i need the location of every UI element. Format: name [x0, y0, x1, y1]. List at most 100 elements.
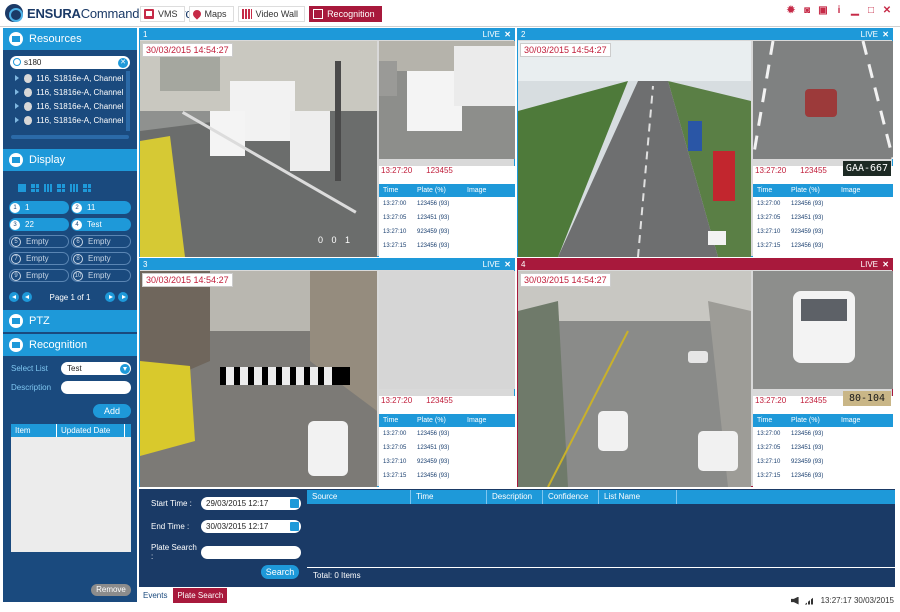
- expand-arrow-icon[interactable]: [15, 117, 19, 123]
- close-icon[interactable]: ✕: [882, 6, 892, 16]
- table-row[interactable]: 13:27:15 123456 (93): [379, 469, 515, 483]
- camera-view[interactable]: 30/03/2015 14:54:27: [518, 271, 751, 487]
- display-slot[interactable]: 8 Empty: [71, 252, 131, 265]
- layout-2x2-icon[interactable]: [30, 183, 40, 193]
- table-row[interactable]: 13:27:00 123456 (93): [379, 197, 515, 211]
- nav-recognition-button[interactable]: Recognition: [309, 6, 382, 22]
- close-tile-icon[interactable]: ✕: [882, 29, 889, 40]
- column-updated-date[interactable]: Updated Date: [57, 424, 125, 437]
- nav-video-wall-button[interactable]: Video Wall: [237, 6, 306, 22]
- display-slot[interactable]: 9 Empty: [9, 269, 69, 282]
- calendar-icon[interactable]: [290, 499, 299, 508]
- column-confidence[interactable]: Confidence: [543, 490, 599, 504]
- layout-4x4-icon[interactable]: [69, 183, 79, 193]
- recognition-header[interactable]: Recognition: [3, 334, 137, 356]
- table-row[interactable]: 13:27:10 923459 (93): [379, 225, 515, 239]
- table-row[interactable]: 13:27:05 123451 (93): [753, 211, 893, 225]
- display-slot[interactable]: 10 Empty: [71, 269, 131, 282]
- video-tile-1[interactable]: 1 LIVE ✕ 30/03/2015 14:54:27 0 0 1 13:27…: [139, 28, 515, 257]
- layout-1plus5-icon[interactable]: [56, 183, 66, 193]
- expand-arrow-icon[interactable]: [15, 89, 19, 95]
- display-slot[interactable]: 2 11: [71, 201, 131, 214]
- table-row[interactable]: 13:27:15 123456 (93): [753, 239, 893, 253]
- next-page-icon[interactable]: [105, 292, 115, 302]
- tree-item[interactable]: 116, S1816e-A, Channel 1: [11, 99, 130, 113]
- table-row[interactable]: 13:27:00 123456 (93): [753, 197, 893, 211]
- info-icon[interactable]: i: [834, 6, 844, 16]
- display-slot[interactable]: 6 Empty: [71, 235, 131, 248]
- remove-button[interactable]: Remove: [91, 584, 131, 596]
- table-row[interactable]: 13:27:00 123456 (93): [379, 427, 515, 441]
- tree-item[interactable]: 116, S1816e-A, Channel 1: [11, 113, 130, 127]
- last-page-icon[interactable]: [118, 292, 128, 302]
- close-tile-icon[interactable]: ✕: [882, 259, 889, 270]
- layout-3x3-icon[interactable]: [43, 183, 53, 193]
- close-tile-icon[interactable]: ✕: [504, 259, 511, 270]
- description-input[interactable]: [61, 381, 131, 394]
- add-button[interactable]: Add: [93, 404, 131, 418]
- tab-events[interactable]: Events: [139, 588, 172, 603]
- column-description[interactable]: Description: [487, 490, 543, 504]
- video-tile-3[interactable]: 3 LIVE ✕ 30/03/2015 14:54:27 13:27:20 12345…: [139, 258, 515, 487]
- table-row[interactable]: 13:27:10 923459 (93): [379, 455, 515, 469]
- camera-view[interactable]: 30/03/2015 14:54:27: [518, 41, 751, 257]
- display-slot[interactable]: 11: [9, 201, 69, 214]
- column-list-name[interactable]: List Name: [599, 490, 677, 504]
- layout-custom-icon[interactable]: [82, 183, 92, 193]
- table-row[interactable]: 13:27:10 923459 (93): [753, 225, 893, 239]
- table-row[interactable]: 13:27:05 123451 (93): [379, 211, 515, 225]
- select-list-dropdown[interactable]: Test: [61, 362, 131, 375]
- display-slot[interactable]: 4 Test: [71, 218, 131, 231]
- table-row[interactable]: 13:27:10 923459 (93): [753, 455, 893, 469]
- previous-page-icon[interactable]: [22, 292, 32, 302]
- column-item[interactable]: Item: [11, 424, 57, 437]
- end-time-field[interactable]: 30/03/2015 12:17: [201, 520, 301, 533]
- resource-search-input[interactable]: s180 ✕: [10, 56, 130, 69]
- expand-arrow-icon[interactable]: [15, 75, 19, 81]
- calendar-icon[interactable]: [290, 522, 299, 531]
- tree-horizontal-scrollbar[interactable]: [11, 135, 129, 139]
- first-page-icon[interactable]: [9, 292, 19, 302]
- resources-header[interactable]: Resources: [3, 28, 137, 50]
- speaker-icon[interactable]: [790, 596, 799, 605]
- gear-icon[interactable]: ✹: [786, 6, 796, 16]
- camera-node-icon: [24, 101, 33, 111]
- display-slot[interactable]: 7 Empty: [9, 252, 69, 265]
- ptz-header[interactable]: PTZ: [3, 310, 137, 332]
- camera-view[interactable]: 30/03/2015 14:54:27 0 0 1: [140, 41, 377, 257]
- display-slot[interactable]: 5 Empty: [9, 235, 69, 248]
- search-button[interactable]: Search: [261, 565, 299, 579]
- start-time-field[interactable]: 29/03/2015 12:17: [201, 497, 301, 510]
- camera-icon[interactable]: ◙: [802, 6, 812, 16]
- nav-vms-button[interactable]: VMS: [140, 6, 185, 22]
- camera-view[interactable]: 30/03/2015 14:54:27: [140, 271, 377, 487]
- tree-vertical-scrollbar[interactable]: [126, 71, 130, 131]
- close-tile-icon[interactable]: ✕: [504, 29, 511, 40]
- tree-item[interactable]: 116, S1816e-A, Channel 1: [11, 85, 130, 99]
- table-row[interactable]: 13:27:15 123456 (93): [379, 239, 515, 253]
- clear-icon[interactable]: ✕: [118, 57, 128, 68]
- vehicle-snapshot: [753, 41, 893, 159]
- minimize-icon[interactable]: ▁: [850, 6, 860, 16]
- column-time[interactable]: Time: [411, 490, 487, 504]
- layout-1x1-icon[interactable]: [17, 183, 27, 193]
- table-row[interactable]: 13:27:15 123456 (93): [753, 469, 893, 483]
- table-row[interactable]: 13:27:00 123456 (93): [753, 427, 893, 441]
- display-header[interactable]: Display: [3, 149, 137, 171]
- select-list-row: Select List Test: [11, 362, 131, 375]
- expand-arrow-icon[interactable]: [15, 103, 19, 109]
- maximize-icon[interactable]: □: [866, 6, 876, 16]
- video-tile-2[interactable]: 2 LIVE ✕ 30/03/2015 14:54:27 13:27:20 12…: [517, 28, 893, 257]
- tab-plate-search[interactable]: Plate Search: [173, 588, 228, 603]
- plate-search-form: Start Time : 29/03/2015 12:17 End Time : 3…: [139, 489, 305, 587]
- table-row[interactable]: 13:27:05 123451 (93): [379, 441, 515, 455]
- video-tile-4[interactable]: 4 LIVE ✕ 30/03/2015 14:54:27 13:27:20 12…: [517, 258, 893, 487]
- record-icon[interactable]: ▣: [818, 6, 828, 16]
- plate-search-input[interactable]: [201, 545, 301, 559]
- table-row[interactable]: 13:27:05 123451 (93): [753, 441, 893, 455]
- nav-maps-button[interactable]: Maps: [188, 6, 234, 22]
- display-slot[interactable]: 3 22: [9, 218, 69, 231]
- nav-video-wall-label: Video Wall: [255, 9, 299, 19]
- tree-item[interactable]: 116, S1816e-A, Channel 1: [11, 71, 130, 85]
- column-source[interactable]: Source: [307, 490, 411, 504]
